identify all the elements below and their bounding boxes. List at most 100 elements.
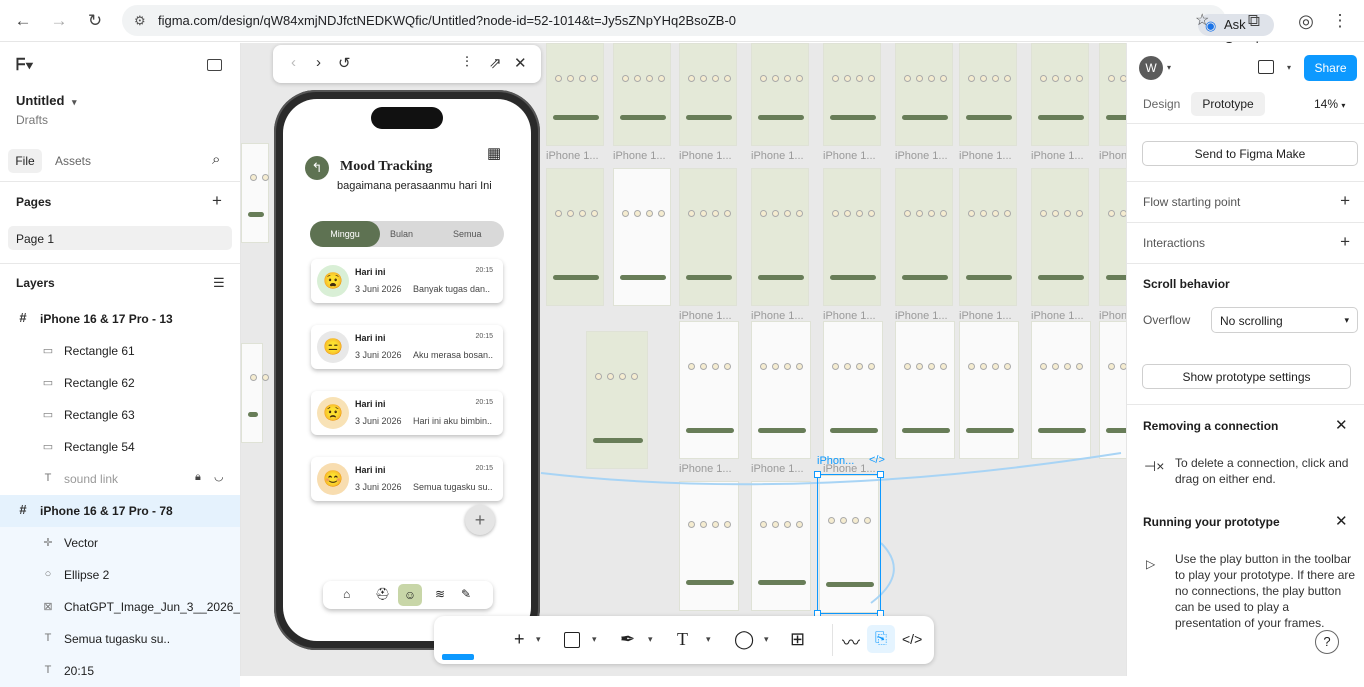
layer-row[interactable]: # iPhone 16 & 17 Pro - 13 <box>0 303 240 335</box>
restart-icon[interactable]: ↺ <box>338 54 351 72</box>
frame-thumbnail[interactable] <box>1031 321 1091 459</box>
frame-label[interactable]: iPhone 1... <box>959 150 1012 162</box>
back-icon[interactable]: ← <box>9 8 37 34</box>
frame-thumbnail[interactable] <box>1099 168 1126 306</box>
segment-bulan[interactable]: Bulan <box>390 229 413 239</box>
frame-thumbnail[interactable] <box>613 168 671 306</box>
phone-screen[interactable]: ↰ Mood Tracking bagaimana perasaanmu har… <box>283 99 531 641</box>
bookmark-star-icon[interactable]: ☆ <box>1195 10 1209 30</box>
layer-row[interactable]: ▭ Rectangle 62 <box>0 367 240 399</box>
text-tool-icon[interactable]: T <box>677 629 688 650</box>
layer-row[interactable]: ▭ Rectangle 63 <box>0 399 240 431</box>
segment-semua[interactable]: Semua <box>453 229 482 239</box>
profile-icon[interactable]: ◎ <box>1292 8 1320 34</box>
calendar-icon[interactable]: ▦ <box>487 144 501 162</box>
extensions-icon[interactable]: ⧉ <box>1240 8 1268 34</box>
layer-row[interactable]: ✛ Vector <box>0 527 240 559</box>
frame-thumbnail[interactable] <box>546 168 604 306</box>
rectangle-tool-icon[interactable] <box>564 632 580 648</box>
zoom-level[interactable]: 14% ▾ <box>1314 97 1345 111</box>
frame-thumbnail[interactable] <box>679 481 739 611</box>
reload-icon[interactable]: ↻ <box>81 8 109 34</box>
collapse-layers-icon[interactable]: ☰ <box>213 275 225 291</box>
menu-kebab-icon[interactable]: ⋮ <box>1326 8 1354 34</box>
frame-thumbnail[interactable] <box>679 321 739 459</box>
chevron-down-icon[interactable]: ▾ <box>1287 63 1291 72</box>
frame-thumbnail[interactable] <box>751 481 811 611</box>
frame-thumbnail[interactable] <box>751 321 811 459</box>
selected-frame-label[interactable]: iPhon... <box>817 455 854 467</box>
chevron-down-icon[interactable]: ▾ <box>1167 63 1171 72</box>
layer-row[interactable]: ⊠ ChatGPT_Image_Jun_3__2026_11 <box>0 591 240 623</box>
help-button[interactable]: ? <box>1315 630 1339 654</box>
tab-design[interactable]: Design <box>1143 97 1180 111</box>
layer-row[interactable]: ▭ Rectangle 61 <box>0 335 240 367</box>
tab-prototype[interactable]: Prototype <box>1191 92 1265 116</box>
mood-tab-icon[interactable]: ☺ <box>398 584 422 606</box>
overflow-select[interactable]: No scrolling ▾ <box>1211 307 1358 333</box>
segment-minggu[interactable]: Minggu <box>310 221 380 247</box>
resize-handle[interactable] <box>877 471 884 478</box>
frame-thumbnail[interactable] <box>241 343 293 443</box>
chevron-down-icon[interactable]: ▾ <box>706 634 711 645</box>
site-settings-icon[interactable]: ⚙ <box>134 13 146 29</box>
add-entry-button[interactable]: + <box>465 505 495 535</box>
selected-frame-outline[interactable] <box>814 471 884 617</box>
back-arrow-icon[interactable]: ↰ <box>305 156 329 180</box>
frame-thumbnail[interactable] <box>1031 168 1089 306</box>
tab-assets[interactable]: Assets <box>55 154 91 168</box>
figma-menu-icon[interactable]: ᖴ▾ <box>16 57 33 75</box>
layer-row[interactable]: # iPhone 16 & 17 Pro - 78 <box>0 495 240 527</box>
frame-thumbnail[interactable] <box>823 321 883 459</box>
frame-label[interactable]: iPhone 1... <box>751 463 804 475</box>
lock-icon[interactable]: 🔒︎ <box>195 471 201 484</box>
chevron-down-icon[interactable]: ▾ <box>648 634 653 645</box>
send-to-figma-make-button[interactable]: Send to Figma Make <box>1142 141 1358 166</box>
code-icon[interactable]: </> <box>869 454 885 466</box>
frame-label[interactable]: iPhone 1... <box>679 150 732 162</box>
show-prototype-settings-button[interactable]: Show prototype settings <box>1142 364 1351 389</box>
prev-frame-icon[interactable]: ‹ <box>291 54 296 71</box>
journal-icon[interactable]: ✎ <box>461 587 471 601</box>
resize-handle[interactable] <box>814 471 821 478</box>
frame-thumbnail[interactable] <box>959 321 1019 459</box>
frame-thumbnail[interactable] <box>241 143 293 243</box>
layer-row[interactable]: T 20:15 <box>0 655 240 687</box>
frame-label[interactable]: iPhone 1... <box>1031 150 1084 162</box>
url-text[interactable]: figma.com/design/qW84xmjNDJfctNEDKWQfic/… <box>158 13 736 28</box>
robot-icon[interactable]: ⛑ <box>375 587 390 601</box>
address-bar[interactable]: ⚙ figma.com/design/qW84xmjNDJfctNEDKWQfi… <box>122 5 1274 54</box>
forward-icon[interactable]: → <box>45 8 73 34</box>
frame-label[interactable]: iPhone 1... <box>1099 150 1126 162</box>
dev-mode-icon[interactable]: </> <box>902 631 922 647</box>
mood-entry-card[interactable]: 😊 Hari ini 20:15 3 Juni 2026 Semua tugasku s… <box>311 457 503 501</box>
frame-label[interactable]: iPhone 1... <box>613 150 666 162</box>
search-icon[interactable]: ⌕ <box>212 151 220 168</box>
frame-thumbnail[interactable] <box>679 168 737 306</box>
layer-row[interactable]: T Semua tugasku su.. <box>0 623 240 655</box>
layer-row[interactable]: ○ Ellipse 2 <box>0 559 240 591</box>
breathing-icon[interactable]: ≋ <box>435 587 445 601</box>
file-name[interactable]: Untitled ▾ <box>16 93 77 108</box>
frame-label[interactable]: iPhone 1... <box>546 150 599 162</box>
move-tool-indicator[interactable] <box>442 654 474 660</box>
comment-tool-icon[interactable]: ◯ <box>734 629 754 650</box>
close-tip-icon[interactable]: ✕ <box>1335 512 1348 530</box>
frame-label[interactable]: iPhone 1... <box>895 150 948 162</box>
add-page-icon[interactable]: + <box>212 191 222 211</box>
frame-label[interactable]: iPhone 1... <box>823 150 876 162</box>
frame-thumbnail[interactable] <box>586 331 648 469</box>
frame-thumbnail[interactable] <box>1099 43 1126 146</box>
mood-entry-card[interactable]: 😧 Hari ini 20:15 3 Juni 2026 Banyak tugas da… <box>311 259 503 303</box>
share-button[interactable]: Share <box>1304 55 1357 81</box>
open-external-icon[interactable]: ⇗ <box>489 54 502 72</box>
layer-row[interactable]: ▭ Rectangle 54 <box>0 431 240 463</box>
present-icon[interactable] <box>1258 60 1274 74</box>
home-icon[interactable]: ⌂ <box>343 587 350 601</box>
file-location[interactable]: Drafts <box>16 113 48 127</box>
close-icon[interactable]: ✕ <box>514 54 527 72</box>
settings-sliders-icon[interactable]: ⫶ <box>465 54 469 71</box>
frame-thumbnail[interactable] <box>546 43 604 146</box>
frame-label[interactable]: iPhone 1... <box>679 463 732 475</box>
mood-entry-card[interactable]: 😟 Hari ini 20:15 3 Juni 2026 Hari ini aku bi… <box>311 391 503 435</box>
